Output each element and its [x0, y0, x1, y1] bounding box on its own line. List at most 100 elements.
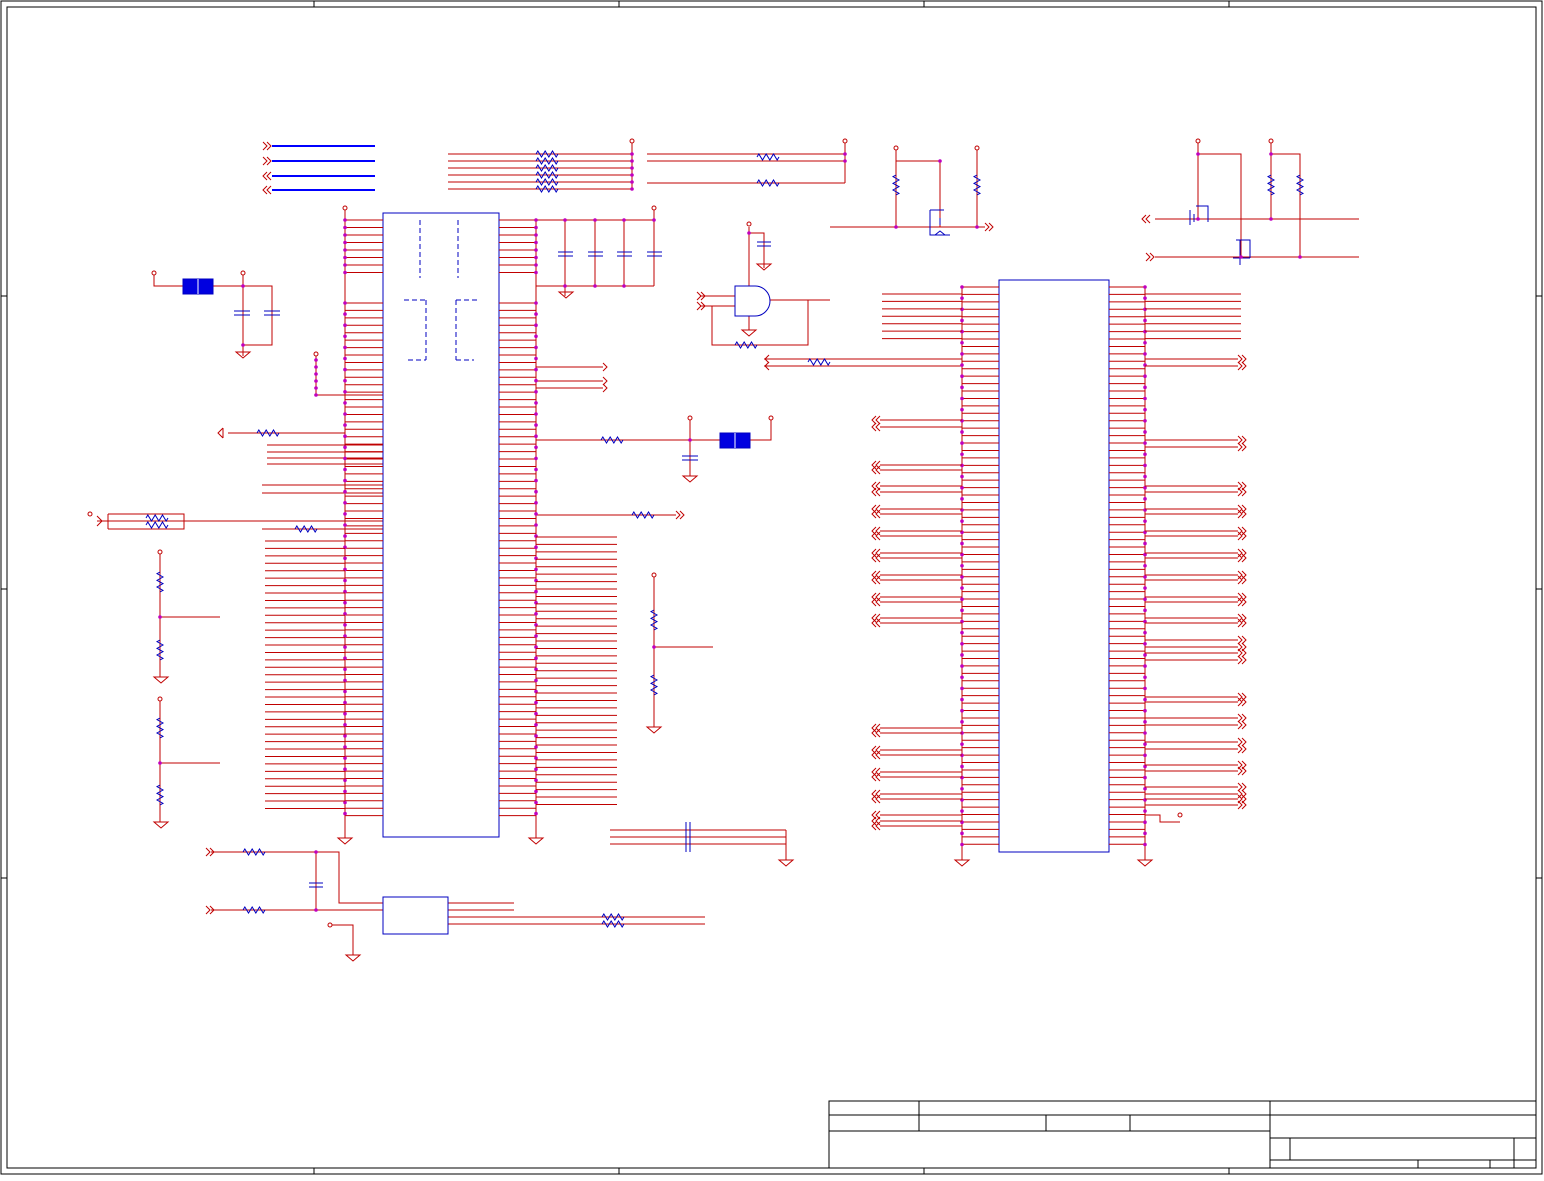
resistor [155, 571, 165, 593]
resistor [145, 514, 169, 522]
junction-dot [630, 187, 634, 191]
junction-dot [343, 401, 347, 405]
resistor-array [535, 150, 559, 158]
junction-dot [314, 850, 318, 854]
net-port-right [1237, 361, 1247, 371]
junction-dot [1143, 597, 1147, 601]
junction-dot [534, 412, 538, 416]
junction-dot [534, 240, 538, 245]
junction-dot [960, 363, 964, 367]
junction-dot [241, 284, 245, 288]
resistor [294, 525, 318, 533]
resistor [256, 429, 280, 437]
junction-dot [843, 159, 847, 163]
junction-dot [343, 378, 347, 383]
resistor [649, 674, 659, 696]
junction-dot [534, 301, 538, 305]
junction-dot [343, 534, 347, 538]
junction-dot [314, 393, 318, 397]
junction-dot [534, 700, 538, 705]
junction-dot [343, 356, 347, 361]
junction-dot [534, 434, 538, 439]
junction-dot [960, 563, 964, 568]
junction-dot [343, 723, 347, 727]
net-port-left [871, 415, 881, 425]
junction-dot [1143, 497, 1147, 501]
net-port-right [1237, 744, 1247, 754]
junction-dot [534, 367, 538, 372]
resistor-array [535, 164, 559, 172]
junction-dot [960, 708, 964, 713]
junction-dot [960, 285, 964, 289]
junction-dot [960, 775, 964, 780]
junction-dot [1298, 255, 1302, 259]
title-block [828, 1100, 1537, 1169]
net-port-left [871, 422, 881, 432]
net-port-right [1237, 553, 1247, 563]
junction-dot [314, 908, 318, 912]
junction-dot [1143, 474, 1147, 479]
junction-dot [960, 642, 964, 646]
junction-dot [1269, 217, 1273, 221]
junction-dot [343, 312, 347, 316]
junction-dot [534, 745, 538, 749]
junction-dot [960, 831, 964, 836]
net-port-left [871, 487, 881, 497]
junction-dot [343, 263, 347, 267]
junction-dot [1143, 385, 1147, 390]
junction-dot [1143, 296, 1147, 300]
chip-small [382, 896, 449, 935]
junction-dot [534, 811, 538, 816]
junction-dot [1143, 318, 1147, 323]
resistor [145, 521, 169, 529]
junction-dot [534, 789, 538, 794]
junction-dot [534, 334, 538, 339]
junction-dot [894, 225, 898, 229]
net-port-left [871, 553, 881, 563]
junction-dot [593, 218, 597, 222]
junction-dot [343, 689, 347, 694]
junction-dot [960, 842, 964, 847]
junction-dot [960, 697, 964, 702]
junction-dot [1143, 630, 1147, 635]
junction-dot [534, 778, 538, 783]
net-port-right [1237, 697, 1247, 707]
junction-dot [534, 489, 538, 494]
junction-dot [975, 225, 979, 229]
junction-dot [1143, 541, 1147, 546]
chip-right [998, 279, 1110, 853]
drawing-frame [0, 0, 1543, 1175]
junction-dot [343, 445, 347, 450]
junction-dot [534, 270, 538, 275]
junction-dot [630, 166, 634, 170]
resistor [756, 179, 780, 187]
junction-dot [343, 390, 347, 394]
junction-dot [938, 159, 942, 163]
junction-dot [343, 456, 347, 461]
junction-dot [1143, 775, 1147, 780]
junction-dot [534, 512, 538, 516]
junction-dot [630, 173, 634, 177]
net-port-left [871, 465, 881, 475]
junction-dot [343, 434, 347, 439]
junction-dot [314, 386, 318, 390]
junction-dot [1143, 731, 1147, 735]
junction-dot [534, 423, 538, 427]
junction-dot [652, 645, 656, 649]
schematic-drawing [0, 0, 1543, 1175]
junction-dot [534, 656, 538, 660]
junction-dot [534, 523, 538, 527]
junction-dot [1143, 753, 1147, 758]
junction-dot [960, 608, 964, 613]
junction-dot [1143, 419, 1147, 423]
net-port-right [1237, 648, 1247, 658]
resistor-array [535, 178, 559, 186]
resistor [891, 174, 901, 196]
net-port-left [871, 618, 881, 628]
junction-dot [960, 575, 964, 579]
junction-dot [1143, 653, 1147, 657]
net-port-left [871, 728, 881, 738]
junction-dot [843, 152, 847, 156]
net-port-right [1237, 713, 1247, 723]
junction-dot [1143, 820, 1147, 824]
